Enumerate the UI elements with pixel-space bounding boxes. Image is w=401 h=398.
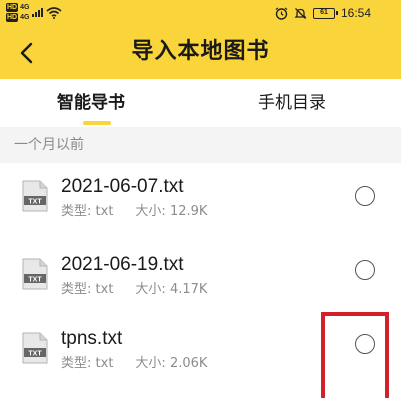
file-icon-label: TXT bbox=[28, 351, 42, 358]
select-radio[interactable] bbox=[355, 260, 375, 280]
page-title: 导入本地图书 bbox=[131, 39, 270, 64]
file-meta: 类型: txt 大小: 2.06K bbox=[61, 355, 207, 373]
file-size-label: 大小: bbox=[135, 204, 166, 219]
file-icon-label: TXT bbox=[28, 199, 42, 206]
status-time: 16:54 bbox=[340, 6, 371, 20]
file-type-label: 类型: bbox=[61, 356, 92, 371]
signal-icon bbox=[32, 8, 44, 17]
file-type: txt bbox=[95, 282, 114, 297]
sim-indicators: HD 4G HD 4G bbox=[6, 3, 29, 22]
file-meta: 类型: txt 大小: 12.9K bbox=[61, 203, 207, 221]
select-radio[interactable] bbox=[355, 186, 375, 206]
file-name: tpns.txt bbox=[61, 328, 123, 349]
battery-level: 61 bbox=[320, 8, 328, 16]
file-name: 2021-06-19.txt bbox=[61, 254, 184, 275]
file-size: 12.9K bbox=[169, 204, 208, 219]
app-header: 导入本地图书 bbox=[0, 27, 401, 79]
sim2-hd-badge: HD bbox=[6, 13, 19, 22]
file-type-label: 类型: bbox=[61, 204, 92, 219]
battery-icon: 61 bbox=[312, 7, 338, 19]
sim1-hd-badge: HD bbox=[6, 3, 19, 12]
file-type: txt bbox=[95, 356, 114, 371]
file-icon-label: TXT bbox=[28, 277, 42, 284]
file-type-label: 类型: bbox=[61, 282, 92, 297]
highlight-annotation-box bbox=[321, 312, 389, 398]
section-header: 一个月以前 bbox=[0, 127, 401, 163]
file-list-item[interactable]: TXT 2021-06-07.txt 类型: txt 大小: 12.9K bbox=[0, 166, 401, 246]
file-type: txt bbox=[95, 204, 114, 219]
status-right: 61 16:54 bbox=[275, 5, 371, 21]
tab-phone-directory[interactable]: 手机目录 bbox=[258, 91, 326, 115]
sim2-network: 4G bbox=[20, 13, 30, 21]
file-size: 2.06K bbox=[169, 356, 208, 371]
active-tab-indicator bbox=[83, 121, 111, 125]
tab-bar: 智能导书 手机目录 bbox=[0, 79, 401, 127]
file-size: 4.17K bbox=[169, 282, 208, 297]
sim1-network: 4G bbox=[20, 3, 30, 11]
file-name: 2021-06-07.txt bbox=[61, 176, 184, 197]
tab-smart-import[interactable]: 智能导书 bbox=[57, 91, 125, 115]
txt-file-icon: TXT bbox=[22, 332, 48, 364]
wifi-icon bbox=[46, 6, 62, 19]
txt-file-icon: TXT bbox=[22, 258, 48, 290]
status-left: HD 4G HD 4G bbox=[6, 3, 62, 22]
file-size-label: 大小: bbox=[135, 282, 166, 297]
file-size-label: 大小: bbox=[135, 356, 166, 371]
alarm-icon bbox=[275, 7, 288, 20]
status-bar: HD 4G HD 4G 61 16:54 bbox=[0, 0, 401, 27]
txt-file-icon: TXT bbox=[22, 180, 48, 212]
file-meta: 类型: txt 大小: 4.17K bbox=[61, 281, 207, 299]
mute-icon bbox=[294, 7, 307, 19]
